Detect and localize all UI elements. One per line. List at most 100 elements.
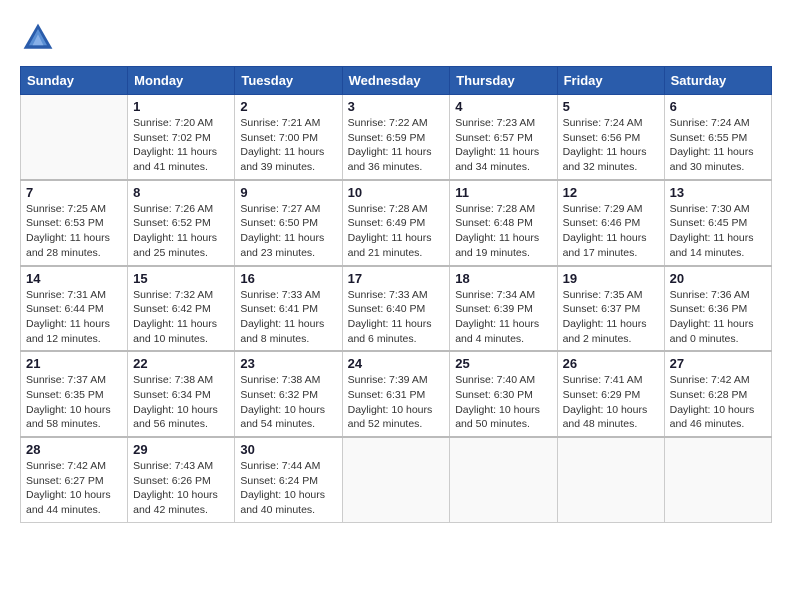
day-of-week-header: Monday xyxy=(128,67,235,95)
day-info: Sunrise: 7:38 AMSunset: 6:32 PMDaylight:… xyxy=(240,373,336,432)
day-of-week-header: Wednesday xyxy=(342,67,450,95)
day-number: 10 xyxy=(348,185,445,200)
day-info: Sunrise: 7:32 AMSunset: 6:42 PMDaylight:… xyxy=(133,288,229,347)
day-info: Sunrise: 7:22 AMSunset: 6:59 PMDaylight:… xyxy=(348,116,445,175)
calendar-cell: 15 Sunrise: 7:32 AMSunset: 6:42 PMDayligh… xyxy=(128,266,235,352)
calendar-cell: 1 Sunrise: 7:20 AMSunset: 7:02 PMDaylight… xyxy=(128,95,235,180)
page-header xyxy=(20,20,772,56)
calendar-cell: 11 Sunrise: 7:28 AMSunset: 6:48 PMDayligh… xyxy=(450,180,557,266)
day-info: Sunrise: 7:38 AMSunset: 6:34 PMDaylight:… xyxy=(133,373,229,432)
day-number: 13 xyxy=(670,185,766,200)
day-number: 1 xyxy=(133,99,229,114)
calendar-header-row: SundayMondayTuesdayWednesdayThursdayFrid… xyxy=(21,67,772,95)
calendar-week-row: 28 Sunrise: 7:42 AMSunset: 6:27 PMDayligh… xyxy=(21,437,772,522)
calendar-cell: 19Sunrise: 7:35 AMSunset: 6:37 PMDayligh… xyxy=(557,266,664,352)
calendar-cell: 20 Sunrise: 7:36 AMSunset: 6:36 PMDayligh… xyxy=(664,266,771,352)
calendar-cell xyxy=(450,437,557,522)
day-of-week-header: Tuesday xyxy=(235,67,342,95)
calendar-cell: 7Sunrise: 7:25 AMSunset: 6:53 PMDaylight… xyxy=(21,180,128,266)
calendar-cell: 13 Sunrise: 7:30 AMSunset: 6:45 PMDayligh… xyxy=(664,180,771,266)
calendar-week-row: 1 Sunrise: 7:20 AMSunset: 7:02 PMDaylight… xyxy=(21,95,772,180)
day-number: 15 xyxy=(133,271,229,286)
calendar-cell: 8 Sunrise: 7:26 AMSunset: 6:52 PMDaylight… xyxy=(128,180,235,266)
day-number: 29 xyxy=(133,442,229,457)
calendar-cell: 22Sunrise: 7:38 AMSunset: 6:34 PMDayligh… xyxy=(128,351,235,437)
calendar-table: SundayMondayTuesdayWednesdayThursdayFrid… xyxy=(20,66,772,523)
day-number: 27 xyxy=(670,356,766,371)
day-number: 24 xyxy=(348,356,445,371)
calendar-cell: 29 Sunrise: 7:43 AMSunset: 6:26 PMDayligh… xyxy=(128,437,235,522)
day-number: 8 xyxy=(133,185,229,200)
calendar-cell xyxy=(342,437,450,522)
day-info: Sunrise: 7:39 AMSunset: 6:31 PMDaylight:… xyxy=(348,373,445,432)
day-number: 5 xyxy=(563,99,659,114)
day-number: 26 xyxy=(563,356,659,371)
day-number: 17 xyxy=(348,271,445,286)
calendar-cell: 18 Sunrise: 7:34 AMSunset: 6:39 PMDayligh… xyxy=(450,266,557,352)
day-number: 18 xyxy=(455,271,551,286)
day-number: 6 xyxy=(670,99,766,114)
day-info: Sunrise: 7:23 AMSunset: 6:57 PMDaylight:… xyxy=(455,116,551,175)
calendar-cell: 24 Sunrise: 7:39 AMSunset: 6:31 PMDayligh… xyxy=(342,351,450,437)
calendar-week-row: 7Sunrise: 7:25 AMSunset: 6:53 PMDaylight… xyxy=(21,180,772,266)
day-number: 20 xyxy=(670,271,766,286)
day-of-week-header: Sunday xyxy=(21,67,128,95)
day-number: 28 xyxy=(26,442,122,457)
day-info: Sunrise: 7:43 AMSunset: 6:26 PMDaylight:… xyxy=(133,459,229,518)
calendar-cell: 16Sunrise: 7:33 AMSunset: 6:41 PMDayligh… xyxy=(235,266,342,352)
day-info: Sunrise: 7:28 AMSunset: 6:49 PMDaylight:… xyxy=(348,202,445,261)
day-number: 19 xyxy=(563,271,659,286)
calendar-cell: 4 Sunrise: 7:23 AMSunset: 6:57 PMDaylight… xyxy=(450,95,557,180)
calendar-cell: 17Sunrise: 7:33 AMSunset: 6:40 PMDayligh… xyxy=(342,266,450,352)
logo xyxy=(20,20,62,56)
day-info: Sunrise: 7:24 AMSunset: 6:56 PMDaylight:… xyxy=(563,116,659,175)
day-of-week-header: Saturday xyxy=(664,67,771,95)
calendar-cell: 26 Sunrise: 7:41 AMSunset: 6:29 PMDayligh… xyxy=(557,351,664,437)
day-of-week-header: Friday xyxy=(557,67,664,95)
day-info: Sunrise: 7:41 AMSunset: 6:29 PMDaylight:… xyxy=(563,373,659,432)
day-info: Sunrise: 7:29 AMSunset: 6:46 PMDaylight:… xyxy=(563,202,659,261)
day-number: 16 xyxy=(240,271,336,286)
day-info: Sunrise: 7:20 AMSunset: 7:02 PMDaylight:… xyxy=(133,116,229,175)
calendar-cell: 12Sunrise: 7:29 AMSunset: 6:46 PMDayligh… xyxy=(557,180,664,266)
calendar-cell: 28 Sunrise: 7:42 AMSunset: 6:27 PMDayligh… xyxy=(21,437,128,522)
day-info: Sunrise: 7:31 AMSunset: 6:44 PMDaylight:… xyxy=(26,288,122,347)
day-number: 23 xyxy=(240,356,336,371)
day-of-week-header: Thursday xyxy=(450,67,557,95)
calendar-cell: 14 Sunrise: 7:31 AMSunset: 6:44 PMDayligh… xyxy=(21,266,128,352)
calendar-week-row: 21 Sunrise: 7:37 AMSunset: 6:35 PMDayligh… xyxy=(21,351,772,437)
day-info: Sunrise: 7:26 AMSunset: 6:52 PMDaylight:… xyxy=(133,202,229,261)
day-number: 21 xyxy=(26,356,122,371)
day-info: Sunrise: 7:21 AMSunset: 7:00 PMDaylight:… xyxy=(240,116,336,175)
calendar-cell: 10 Sunrise: 7:28 AMSunset: 6:49 PMDayligh… xyxy=(342,180,450,266)
calendar-cell: 25Sunrise: 7:40 AMSunset: 6:30 PMDayligh… xyxy=(450,351,557,437)
day-info: Sunrise: 7:30 AMSunset: 6:45 PMDaylight:… xyxy=(670,202,766,261)
day-number: 4 xyxy=(455,99,551,114)
day-info: Sunrise: 7:40 AMSunset: 6:30 PMDaylight:… xyxy=(455,373,551,432)
day-info: Sunrise: 7:27 AMSunset: 6:50 PMDaylight:… xyxy=(240,202,336,261)
calendar-week-row: 14 Sunrise: 7:31 AMSunset: 6:44 PMDayligh… xyxy=(21,266,772,352)
calendar-cell: 5 Sunrise: 7:24 AMSunset: 6:56 PMDaylight… xyxy=(557,95,664,180)
day-number: 14 xyxy=(26,271,122,286)
day-number: 3 xyxy=(348,99,445,114)
calendar-cell: 23 Sunrise: 7:38 AMSunset: 6:32 PMDayligh… xyxy=(235,351,342,437)
day-info: Sunrise: 7:34 AMSunset: 6:39 PMDaylight:… xyxy=(455,288,551,347)
calendar-cell: 30Sunrise: 7:44 AMSunset: 6:24 PMDayligh… xyxy=(235,437,342,522)
day-number: 9 xyxy=(240,185,336,200)
day-info: Sunrise: 7:44 AMSunset: 6:24 PMDaylight:… xyxy=(240,459,336,518)
day-info: Sunrise: 7:42 AMSunset: 6:28 PMDaylight:… xyxy=(670,373,766,432)
day-info: Sunrise: 7:37 AMSunset: 6:35 PMDaylight:… xyxy=(26,373,122,432)
calendar-cell: 27 Sunrise: 7:42 AMSunset: 6:28 PMDayligh… xyxy=(664,351,771,437)
day-info: Sunrise: 7:28 AMSunset: 6:48 PMDaylight:… xyxy=(455,202,551,261)
calendar-cell xyxy=(557,437,664,522)
day-number: 7 xyxy=(26,185,122,200)
day-info: Sunrise: 7:42 AMSunset: 6:27 PMDaylight:… xyxy=(26,459,122,518)
day-number: 2 xyxy=(240,99,336,114)
logo-icon xyxy=(20,20,56,56)
day-info: Sunrise: 7:36 AMSunset: 6:36 PMDaylight:… xyxy=(670,288,766,347)
day-number: 11 xyxy=(455,185,551,200)
day-info: Sunrise: 7:24 AMSunset: 6:55 PMDaylight:… xyxy=(670,116,766,175)
calendar-cell: 9 Sunrise: 7:27 AMSunset: 6:50 PMDaylight… xyxy=(235,180,342,266)
calendar-cell: 2 Sunrise: 7:21 AMSunset: 7:00 PMDaylight… xyxy=(235,95,342,180)
calendar-cell xyxy=(664,437,771,522)
